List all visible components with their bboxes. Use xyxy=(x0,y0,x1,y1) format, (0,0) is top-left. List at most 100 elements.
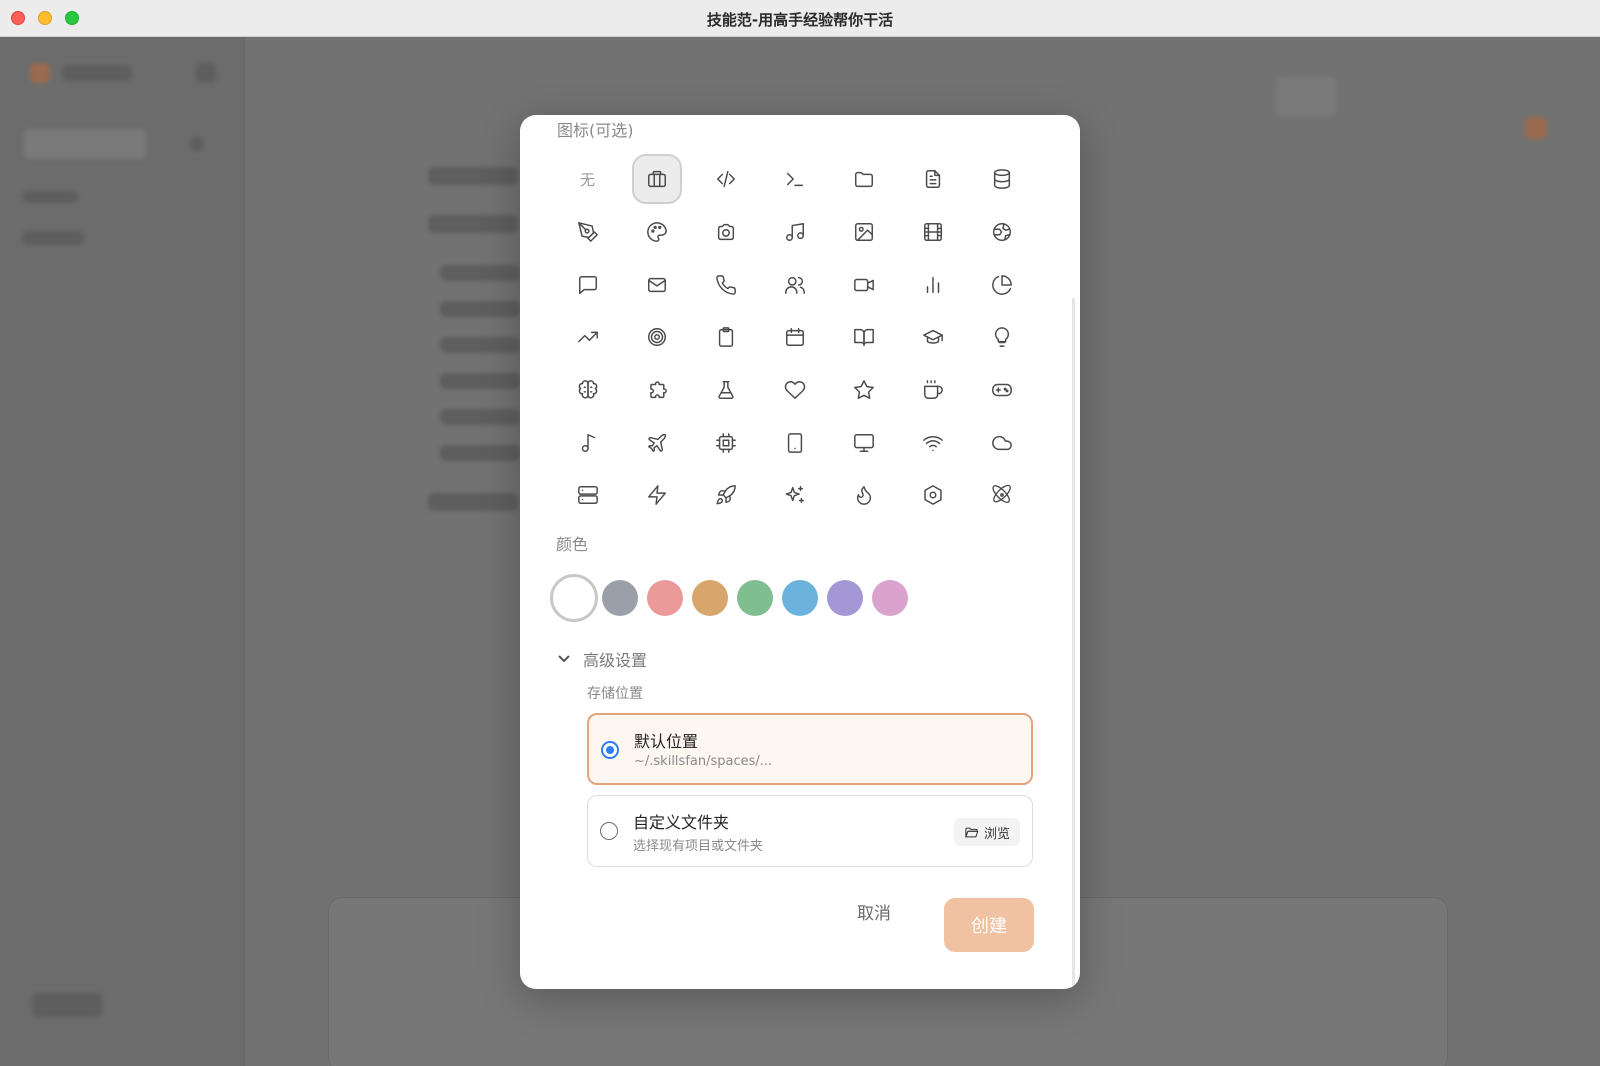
radio-custom-folder[interactable] xyxy=(600,822,618,840)
trending-up-icon xyxy=(577,332,598,343)
storage-option-title: 默认位置 xyxy=(634,732,699,751)
background-logo xyxy=(30,63,50,83)
icon-option-code[interactable] xyxy=(691,155,760,203)
storage-option-description: 选择现有项目或文件夹 xyxy=(633,839,764,854)
dialog-scrollbar[interactable] xyxy=(1072,298,1075,988)
message-icon xyxy=(578,275,597,294)
icon-option-flask[interactable] xyxy=(691,366,760,414)
icon-option-image[interactable] xyxy=(830,208,899,256)
icon-option-brain[interactable] xyxy=(553,366,622,414)
palette-icon xyxy=(646,222,667,242)
icon-option-users[interactable] xyxy=(760,261,829,309)
color-swatch[interactable] xyxy=(737,580,773,616)
icon-option-cpu[interactable] xyxy=(691,419,760,467)
color-swatch[interactable] xyxy=(692,580,728,616)
icon-option-lightbulb[interactable] xyxy=(968,313,1037,361)
music-note-icon xyxy=(581,433,595,452)
icon-option-heart[interactable] xyxy=(760,366,829,414)
icon-option-book-open[interactable] xyxy=(830,313,899,361)
music-icon xyxy=(786,223,804,242)
icon-option-phone[interactable] xyxy=(691,261,760,309)
cancel-button[interactable]: 取消 xyxy=(844,896,904,926)
graduation-cap-icon xyxy=(923,330,944,345)
icon-option-database[interactable] xyxy=(968,155,1037,203)
color-swatch[interactable] xyxy=(782,580,818,616)
pen-tool-icon xyxy=(577,222,598,242)
icon-option-monitor[interactable] xyxy=(830,419,899,467)
icon-option-gamepad[interactable] xyxy=(968,366,1037,414)
icon-option-cloud[interactable] xyxy=(968,419,1037,467)
icon-option-bar-chart[interactable] xyxy=(899,261,968,309)
color-swatch[interactable] xyxy=(827,580,863,616)
icon-option-wifi[interactable] xyxy=(899,419,968,467)
icon-option-film[interactable] xyxy=(899,208,968,256)
camera-icon xyxy=(717,223,734,241)
icon-option-hexagon[interactable] xyxy=(899,471,968,519)
atom-icon xyxy=(992,485,1012,504)
icon-option-sparkles[interactable] xyxy=(760,471,829,519)
background-blur xyxy=(428,167,518,185)
icon-option-trending-up[interactable] xyxy=(553,313,622,361)
color-swatch[interactable] xyxy=(647,580,683,616)
icon-option-terminal[interactable] xyxy=(760,155,829,203)
storage-option-custom[interactable]: 自定义文件夹 选择现有项目或文件夹 浏览 xyxy=(587,795,1033,867)
icon-option-plane[interactable] xyxy=(622,419,691,467)
icon-option-globe[interactable] xyxy=(968,208,1037,256)
icon-option-pen-tool[interactable] xyxy=(553,208,622,256)
icon-option-folder[interactable] xyxy=(830,155,899,203)
icon-option-star[interactable] xyxy=(830,366,899,414)
advanced-settings-toggle[interactable]: 高级设置 xyxy=(557,647,647,671)
background-blur xyxy=(62,65,132,81)
icon-option-clipboard[interactable] xyxy=(691,313,760,361)
icon-option-none[interactable]: 无 xyxy=(553,155,622,203)
browse-button[interactable]: 浏览 xyxy=(953,818,1020,846)
server-icon xyxy=(577,486,598,505)
bar-chart-icon xyxy=(927,276,940,293)
flask-icon xyxy=(718,381,734,400)
icon-option-atom[interactable] xyxy=(968,471,1037,519)
pie-chart-icon xyxy=(992,274,1013,295)
calendar-icon xyxy=(786,328,804,347)
radio-default-location[interactable] xyxy=(601,741,619,759)
rocket-icon xyxy=(716,485,736,505)
zap-icon xyxy=(647,485,666,506)
window-title: 技能范-用高手经验帮你干活 xyxy=(706,11,894,29)
cloud-icon xyxy=(992,435,1013,450)
storage-option-default[interactable]: 默认位置 ~/.skillsfan/spaces/... xyxy=(587,713,1033,785)
icon-option-pie-chart[interactable] xyxy=(968,261,1037,309)
icon-option-briefcase[interactable] xyxy=(622,154,691,205)
icon-option-puzzle[interactable] xyxy=(622,366,691,414)
icon-option-file-text[interactable] xyxy=(899,155,968,203)
icon-option-message[interactable] xyxy=(553,261,622,309)
puzzle-icon xyxy=(649,381,667,399)
brain-icon xyxy=(578,380,597,399)
icon-option-palette[interactable] xyxy=(622,208,691,256)
icon-option-video[interactable] xyxy=(830,261,899,309)
icon-option-zap[interactable] xyxy=(622,471,691,519)
icon-option-coffee[interactable] xyxy=(899,366,968,414)
background-blur xyxy=(440,301,520,317)
briefcase-icon xyxy=(647,171,666,188)
icon-option-flame[interactable] xyxy=(830,471,899,519)
icon-option-calendar[interactable] xyxy=(760,313,829,361)
color-swatch[interactable] xyxy=(550,574,598,622)
icon-option-music-note[interactable] xyxy=(553,419,622,467)
icon-option-music[interactable] xyxy=(760,208,829,256)
icon-option-target[interactable] xyxy=(622,313,691,361)
color-swatch[interactable] xyxy=(872,580,908,616)
clipboard-icon xyxy=(718,327,733,348)
icon-row xyxy=(553,364,1037,417)
star-icon xyxy=(854,380,875,400)
background-blur xyxy=(1525,117,1547,139)
icon-row xyxy=(553,469,1037,522)
icon-option-server[interactable] xyxy=(553,471,622,519)
create-button[interactable]: 创建 xyxy=(944,898,1034,952)
database-icon xyxy=(994,169,1011,190)
video-icon xyxy=(854,278,875,291)
icon-option-rocket[interactable] xyxy=(691,471,760,519)
icon-option-graduation-cap[interactable] xyxy=(899,313,968,361)
icon-option-tablet[interactable] xyxy=(760,419,829,467)
icon-option-camera[interactable] xyxy=(691,208,760,256)
color-swatch[interactable] xyxy=(602,580,638,616)
icon-option-mail[interactable] xyxy=(622,261,691,309)
